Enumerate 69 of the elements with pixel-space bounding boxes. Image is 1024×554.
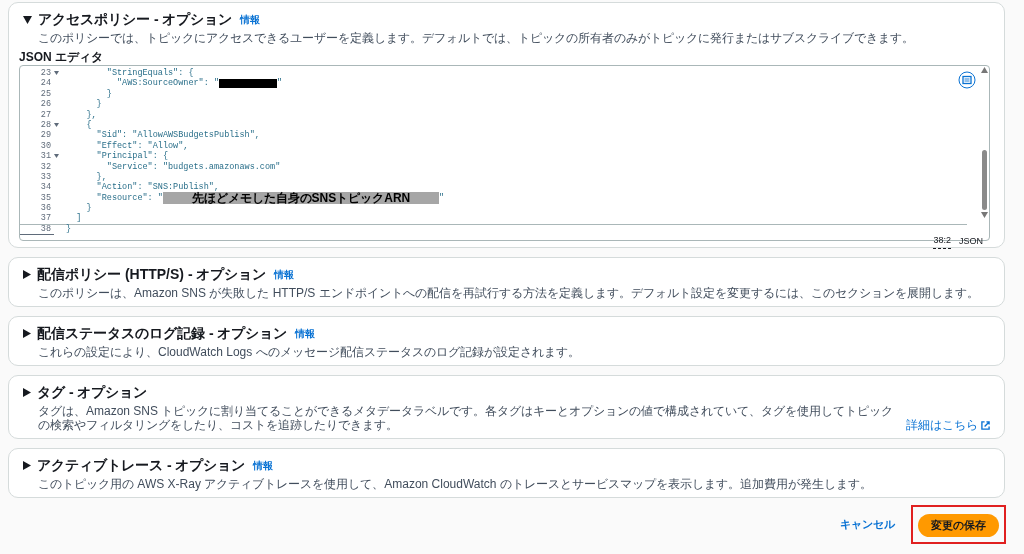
- code-text: ": [277, 78, 283, 89]
- line-number: 34: [39, 182, 52, 193]
- section-title: 配信ステータスのログ記録 - オプション: [37, 324, 288, 343]
- line-number: 35: [39, 192, 52, 204]
- code-text: "Resource": ": [95, 192, 163, 204]
- cursor-position: 38:2: [933, 234, 951, 249]
- line-number: 24: [39, 78, 52, 89]
- line-number: 23: [39, 68, 52, 79]
- line-number: 33: [39, 171, 52, 183]
- line-number: 31: [39, 151, 52, 162]
- line-number: 38: [20, 223, 54, 236]
- caret-down-icon[interactable]: [23, 15, 32, 24]
- info-link[interactable]: 情報: [295, 326, 316, 341]
- section-title: アクティブトレース - オプション: [37, 456, 246, 475]
- cancel-button[interactable]: キャンセル: [838, 516, 897, 533]
- code-text: "Principal": {: [95, 151, 169, 162]
- line-number: 26: [39, 99, 52, 110]
- code-text: "AWS:SourceOwner": ": [116, 78, 220, 89]
- redaction-bar: [219, 79, 278, 89]
- code-text: "Service": "budgets.amazonaws.com": [105, 161, 281, 172]
- line-number: 29: [39, 130, 52, 141]
- learn-more-link[interactable]: 詳細はこちら: [906, 418, 990, 432]
- code-text: ]: [75, 213, 82, 224]
- code-text: ": [438, 192, 445, 204]
- line-number: 25: [39, 88, 52, 100]
- info-link[interactable]: 情報: [240, 12, 261, 27]
- caret-right-icon[interactable]: [23, 461, 31, 470]
- code-text: },: [95, 171, 107, 182]
- line-number: 36: [39, 203, 52, 214]
- external-link-icon: [981, 420, 990, 430]
- section-title: アクセスポリシー - オプション: [38, 10, 233, 29]
- fold-caret-icon[interactable]: [54, 123, 59, 128]
- code-text: },: [85, 109, 97, 120]
- line-number: 32: [39, 161, 52, 172]
- code-text: "Sid": "AllowAWSBudgetsPublish",: [95, 130, 260, 141]
- section-title: 配信ポリシー (HTTP/S) - オプション: [37, 265, 267, 284]
- section-description: このポリシーは、Amazon SNS が失敗した HTTP/S エンドポイントへの配信を再試行する方法を定義します。デフォルト設定を変更するには、このセクションを展開します。: [38, 286, 979, 300]
- editor-label: JSON エディタ: [19, 50, 104, 64]
- settings-icon[interactable]: [958, 71, 976, 89]
- section-description: このトピック用の AWS X-Ray アクティブトレースを使用して、Amazon CloudWatch のトレースとサービスマップを表示します。追加費用が発生します。: [38, 477, 872, 491]
- code-text: "Effect": "Allow",: [95, 140, 189, 151]
- editor-mode: JSON: [959, 234, 983, 248]
- line-number: 27: [39, 109, 52, 120]
- line-number: 37: [39, 213, 52, 224]
- caret-right-icon[interactable]: [23, 388, 31, 397]
- line-number: 28: [39, 119, 52, 131]
- caret-right-icon[interactable]: [23, 270, 31, 279]
- caret-right-icon[interactable]: [23, 329, 31, 338]
- code-text: }: [95, 99, 102, 110]
- scrollbar-thumb[interactable]: [981, 150, 987, 210]
- code-text: }: [105, 88, 112, 100]
- code-text: "Action": "SNS:Publish",: [95, 182, 220, 193]
- section-title: タグ - オプション: [37, 383, 148, 402]
- line-number: 30: [39, 140, 52, 152]
- scroll-down-icon[interactable]: [980, 212, 988, 218]
- scroll-up-icon[interactable]: [980, 67, 988, 73]
- section-description: これらの設定により、CloudWatch Logs へのメッセージ配信ステータスのログ記録が設定されます。: [38, 345, 580, 359]
- save-button[interactable]: 変更の保存: [918, 514, 999, 537]
- info-link[interactable]: 情報: [274, 267, 295, 282]
- code-text: }: [85, 203, 92, 214]
- info-link[interactable]: 情報: [253, 458, 274, 473]
- code-text: {: [85, 119, 92, 131]
- code-text: "StringEquals": {: [105, 68, 194, 78]
- section-description: タグは、Amazon SNS トピックに割り当てることができるメタデータラベルです。各タグはキーとオプションの値で構成されていて、タグを使用してトピックの検索やフィルタリングをしたり、コストを追跡したりできます。: [38, 404, 895, 432]
- annotation-label: 先ほどメモした自身のSNSトピックARN: [162, 191, 439, 204]
- code-text: }: [66, 224, 72, 235]
- section-description: このポリシーでは、トピックにアクセスできるユーザーを定義します。デフォルトでは、トピックの所有者のみがトピックに発行またはサブスクライブできます。: [38, 31, 914, 45]
- fold-caret-icon[interactable]: [54, 154, 59, 159]
- fold-caret-icon[interactable]: [54, 71, 59, 76]
